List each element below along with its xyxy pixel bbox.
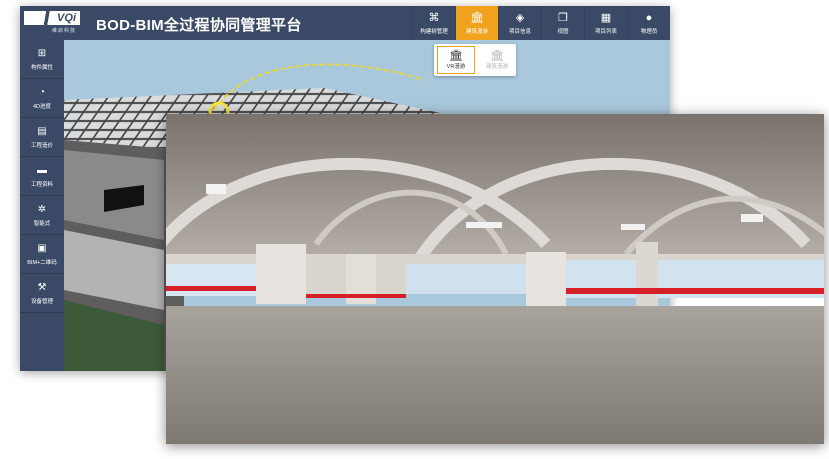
sidebar-item-documents[interactable]: ▬ 工程资料	[20, 157, 64, 196]
sidebar-item-smart[interactable]: ✲ 智能式	[20, 196, 64, 235]
top-nav: ⌘ 构建树管理 🏛 建筑漫游 ◈ 项目信息 ❐ 视图 ▦ 项目列表 ● 物理员	[412, 6, 670, 40]
window-icon: ❐	[558, 11, 568, 24]
nav-tree-manage[interactable]: ⌘ 构建树管理	[412, 6, 455, 40]
nav-project-list[interactable]: ▦ 项目列表	[584, 6, 627, 40]
layers-icon: ◈	[515, 11, 525, 24]
sidebar-item-label: BIM+二维码	[27, 259, 57, 266]
roam-mode-menu: 🏛 VR漫游 🏛 建筑漫游	[434, 44, 516, 76]
app-title: BOD-BIM全过程协同管理平台	[96, 17, 302, 34]
roam-option-label: VR漫游	[446, 64, 466, 70]
sidebar-item-label: 工程造价	[30, 142, 53, 149]
sidebar-item-label: 4D进度	[32, 103, 52, 110]
nav-user[interactable]: ● 物理员	[627, 6, 670, 40]
building-roam-option[interactable]: 🏛 建筑漫游	[478, 46, 516, 74]
vr-panorama-view[interactable]	[166, 114, 824, 444]
sidebar-item-equipment[interactable]: ⚒ 设备管理	[20, 274, 64, 313]
nav-label: 建筑漫游	[465, 28, 488, 35]
sidebar-item-bim-qr[interactable]: ▣ BIM+二维码	[20, 235, 64, 274]
nav-building-roam[interactable]: 🏛 建筑漫游	[455, 6, 498, 40]
sidebar-item-4d-progress[interactable]: ◔ 4D进度	[20, 79, 64, 118]
component-icon: ⊞	[37, 47, 47, 59]
qr-code-icon: ▣	[37, 242, 47, 254]
building-roam-icon: 🏛	[490, 50, 504, 62]
vr-building-icon: 🏛	[449, 50, 463, 62]
nav-label: 物理员	[640, 28, 658, 35]
sidebar-item-label: 设备管理	[30, 298, 53, 305]
nav-label: 项目信息	[508, 28, 531, 35]
org-tree-icon: ⌘	[428, 11, 440, 24]
sidebar-item-label: 智能式	[33, 220, 51, 227]
user-icon: ●	[645, 11, 653, 24]
panorama-image	[166, 114, 824, 444]
nav-label: 构建树管理	[420, 28, 448, 35]
roam-option-label: 建筑漫游	[485, 64, 508, 70]
top-bar: VQi 维启科技 BOD-BIM全过程协同管理平台 ⌘ 构建树管理 🏛 建筑漫游…	[20, 6, 670, 40]
nav-view[interactable]: ❐ 视图	[541, 6, 584, 40]
sidebar-item-cost[interactable]: ▤ 工程造价	[20, 118, 64, 157]
sidebar-item-label: 工程资料	[30, 181, 53, 188]
gear-icon: ✲	[37, 203, 47, 215]
grid-icon: ▦	[600, 11, 612, 24]
brand-logo: VQi 维启科技	[24, 11, 80, 35]
nav-project-info[interactable]: ◈ 项目信息	[498, 6, 541, 40]
calculator-icon: ▤	[37, 125, 47, 137]
nav-label: 视图	[557, 28, 569, 35]
building-icon: 🏛	[470, 11, 484, 24]
sidebar-item-component-props[interactable]: ⊞ 构件属性	[20, 40, 64, 79]
nav-label: 项目列表	[594, 28, 617, 35]
pie-chart-icon: ◔	[38, 86, 46, 98]
tools-icon: ⚒	[37, 281, 47, 293]
sidebar-item-label: 构件属性	[30, 64, 53, 71]
folder-icon: ▬	[37, 164, 47, 176]
vr-roam-option[interactable]: 🏛 VR漫游	[437, 46, 475, 74]
left-sidebar: ⊞ 构件属性 ◔ 4D进度 ▤ 工程造价 ▬ 工程资料 ✲ 智能式 ▣ BIM+…	[20, 40, 64, 371]
